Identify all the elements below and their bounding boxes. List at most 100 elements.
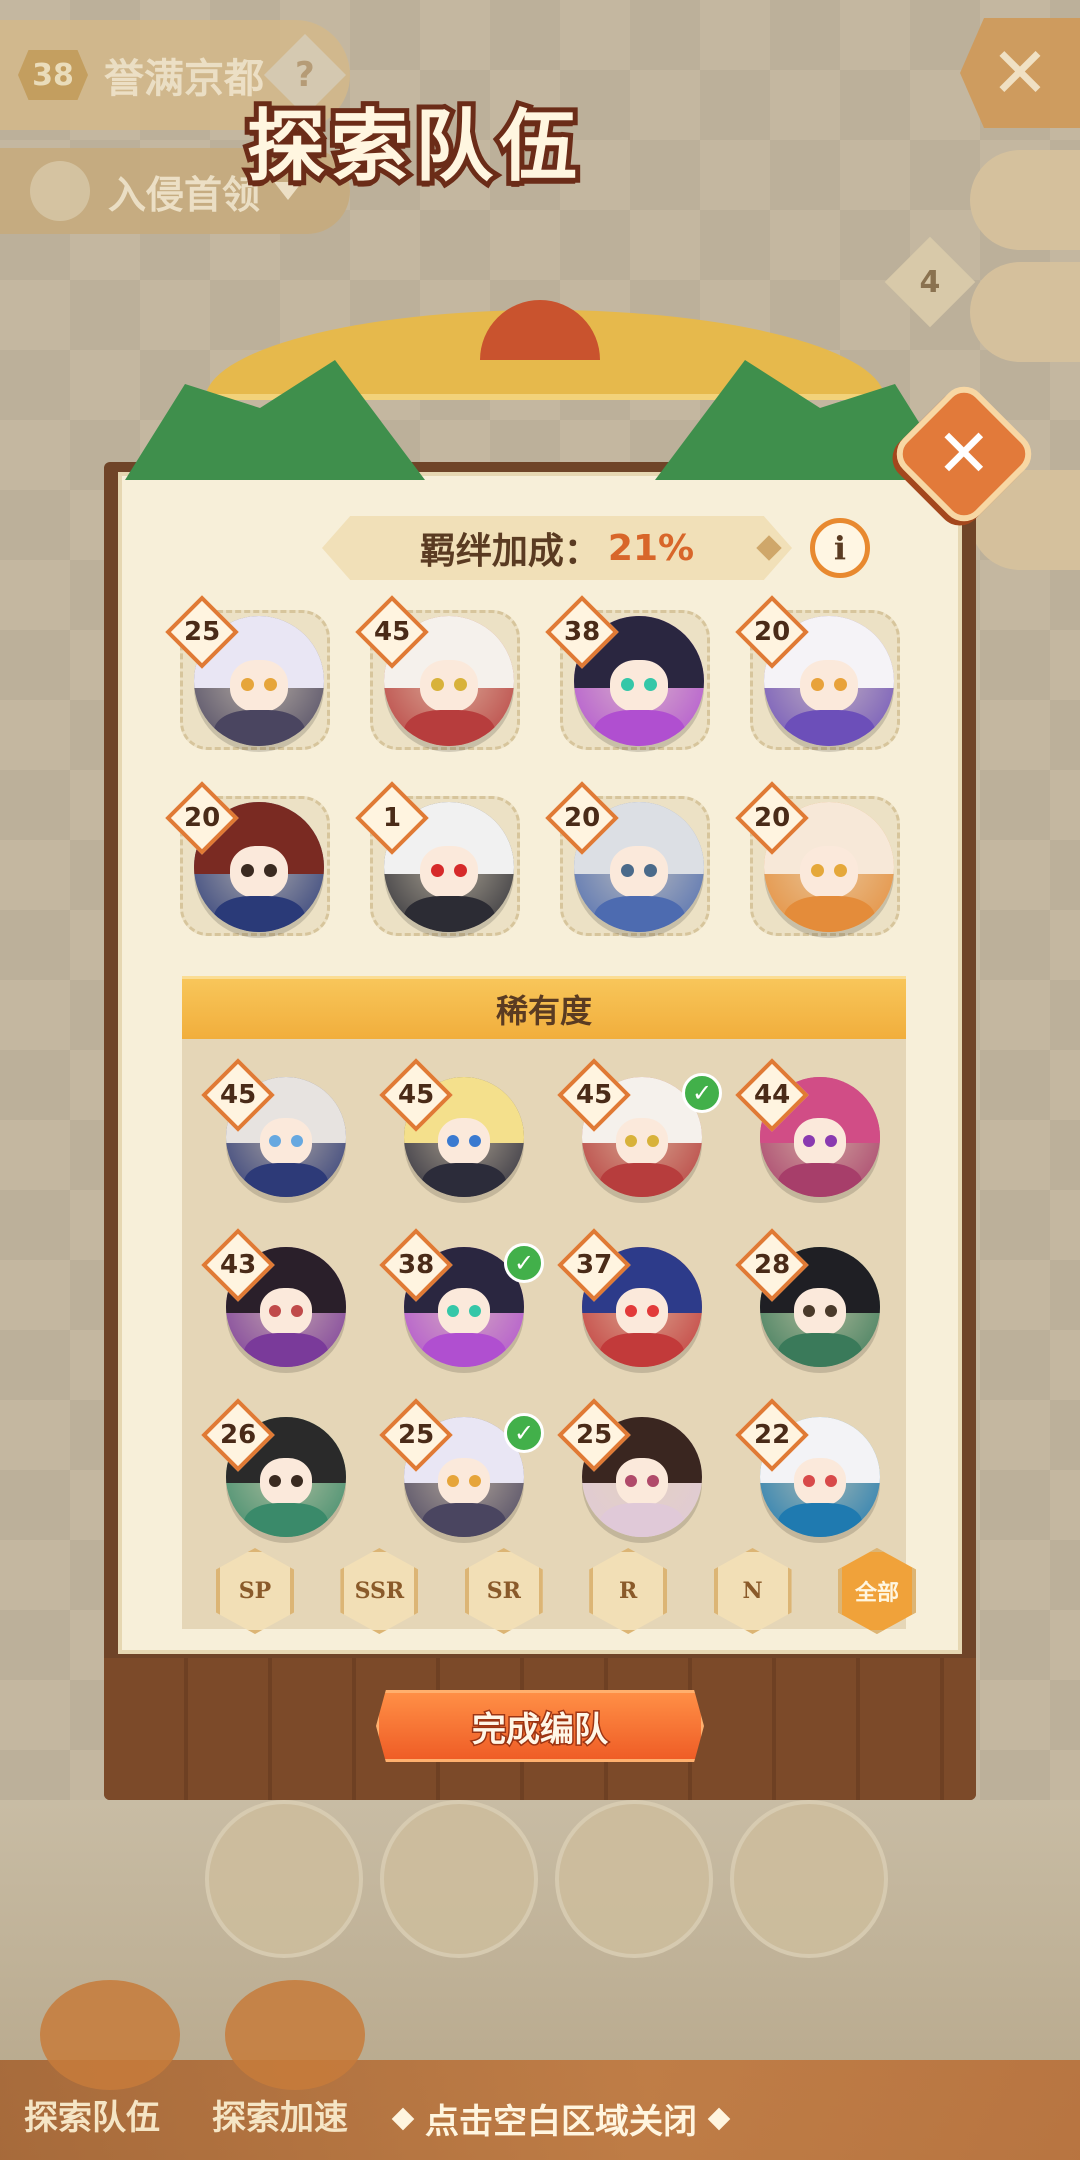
- portrait-body: [778, 1163, 862, 1197]
- roster-character[interactable]: 38 ✓: [379, 1228, 544, 1389]
- portrait-face: [800, 846, 858, 899]
- portrait-eye: [447, 1474, 460, 1487]
- portrait-eye: [290, 1134, 303, 1147]
- filter-ssr[interactable]: SSR: [340, 1548, 419, 1634]
- portrait-face: [615, 1287, 669, 1336]
- level-value: 44: [753, 1080, 791, 1110]
- portrait-eye: [468, 1474, 481, 1487]
- roster-character[interactable]: 44: [735, 1058, 896, 1219]
- level-value: 20: [753, 617, 791, 647]
- roster-character[interactable]: 22: [735, 1398, 896, 1559]
- portrait-body: [422, 1163, 506, 1197]
- portrait-eye: [824, 1474, 837, 1487]
- team-slots: 25 45 38 20 20 1 20 20: [165, 595, 936, 942]
- roster-character[interactable]: 25 ✓: [379, 1398, 544, 1559]
- portrait-face: [230, 846, 288, 899]
- exit-button[interactable]: ✕: [960, 18, 1080, 128]
- portrait-face: [610, 846, 668, 899]
- portrait-body: [244, 1333, 328, 1367]
- filter-sr[interactable]: SR: [464, 1548, 543, 1634]
- speedup-button-icon[interactable]: [225, 1980, 365, 2090]
- speedup-button-label[interactable]: 探索加速: [212, 2090, 348, 2139]
- filter-n[interactable]: N: [713, 1548, 792, 1634]
- roster-character[interactable]: 43: [201, 1228, 362, 1389]
- portrait-body: [403, 709, 495, 746]
- level-value: 22: [753, 1420, 791, 1450]
- portrait-body: [422, 1333, 506, 1367]
- diamond-icon: [391, 2107, 415, 2130]
- team-button-label[interactable]: 探索队伍: [24, 2090, 160, 2139]
- roster-character[interactable]: 37: [557, 1228, 718, 1389]
- portrait-body: [778, 1503, 862, 1537]
- team-slot[interactable]: 20: [165, 781, 336, 942]
- portrait-eye: [646, 1474, 659, 1487]
- list-button[interactable]: [970, 150, 1080, 250]
- team-slot[interactable]: 20: [545, 781, 716, 942]
- portrait-face: [437, 1457, 491, 1506]
- bond-bonus-bar: 羁绊加成： 21%: [322, 516, 792, 580]
- roster-character[interactable]: 28: [735, 1228, 896, 1389]
- portrait-face: [615, 1117, 669, 1166]
- diamond-icon: [707, 2107, 731, 2130]
- portrait-body: [600, 1333, 684, 1367]
- portrait-eye: [803, 1134, 816, 1147]
- roster-character[interactable]: 26: [201, 1398, 362, 1559]
- team-slot[interactable]: 1: [355, 781, 526, 942]
- team-slot[interactable]: 20: [735, 595, 906, 756]
- filter-all[interactable]: 全部: [837, 1548, 916, 1634]
- level-value: 26: [219, 1420, 257, 1450]
- close-hint: 点击空白区域关闭: [391, 2094, 731, 2143]
- portrait-body: [593, 895, 685, 932]
- roster-character[interactable]: 45: [201, 1058, 362, 1219]
- portrait-face: [437, 1287, 491, 1336]
- team-slot[interactable]: 45: [355, 595, 526, 756]
- portrait-eye: [269, 1134, 282, 1147]
- team-slot[interactable]: 20: [735, 781, 906, 942]
- roster-panel: 45 45 45 ✓ 44 43 38 ✓ 37 28 26 25 ✓ 25 22: [182, 1039, 906, 1629]
- team-slot[interactable]: 25: [165, 595, 336, 756]
- close-hint-text: 点击空白区域关闭: [425, 2102, 697, 2142]
- card-button[interactable]: [970, 262, 1080, 362]
- portrait-face: [437, 1117, 491, 1166]
- portrait-face: [793, 1287, 847, 1336]
- portrait-body: [422, 1503, 506, 1537]
- portrait-body: [244, 1503, 328, 1537]
- level-value: 45: [219, 1080, 257, 1110]
- portrait-face: [793, 1457, 847, 1506]
- stage-level-badge: 38: [18, 50, 88, 100]
- portrait-face: [259, 1117, 313, 1166]
- portrait-face: [230, 660, 288, 713]
- bond-label: 羁绊加成：: [419, 531, 600, 572]
- filter-sp[interactable]: SP: [216, 1548, 294, 1634]
- roster-character[interactable]: 25: [557, 1398, 718, 1559]
- level-value: 25: [183, 617, 221, 647]
- checkmark-icon: ✓: [504, 1243, 544, 1283]
- portrait-body: [213, 895, 305, 932]
- rarity-header[interactable]: 稀有度: [182, 976, 906, 1042]
- portrait-body: [600, 1503, 684, 1537]
- party-member-circle: [730, 1800, 888, 1958]
- portrait-face: [610, 660, 668, 713]
- roster-character[interactable]: 45 ✓: [557, 1058, 722, 1219]
- level-value: 25: [397, 1420, 435, 1450]
- team-button-icon[interactable]: [40, 1980, 180, 2090]
- sun-icon: [480, 300, 600, 360]
- portrait-eye: [290, 1304, 303, 1317]
- complete-team-button[interactable]: 完成编队: [376, 1690, 704, 1762]
- dragon-icon: [30, 161, 90, 221]
- filter-r[interactable]: R: [589, 1548, 668, 1634]
- portrait-body: [213, 709, 305, 746]
- roster-grid: 45 45 45 ✓ 44 43 38 ✓ 37 28 26 25 ✓ 25 22: [201, 1058, 902, 1559]
- team-slot[interactable]: 38: [545, 595, 716, 756]
- portrait-body: [593, 709, 685, 746]
- portrait-eye: [269, 1304, 282, 1317]
- party-member-circle: [555, 1800, 713, 1958]
- portrait-eye: [646, 1304, 659, 1317]
- portrait-eye: [290, 1474, 303, 1487]
- portrait-body: [783, 709, 875, 746]
- roster-character[interactable]: 45: [379, 1058, 540, 1219]
- info-icon[interactable]: i: [810, 518, 870, 578]
- portrait-body: [600, 1163, 684, 1197]
- portrait-body: [783, 895, 875, 932]
- portrait-eye: [625, 1304, 638, 1317]
